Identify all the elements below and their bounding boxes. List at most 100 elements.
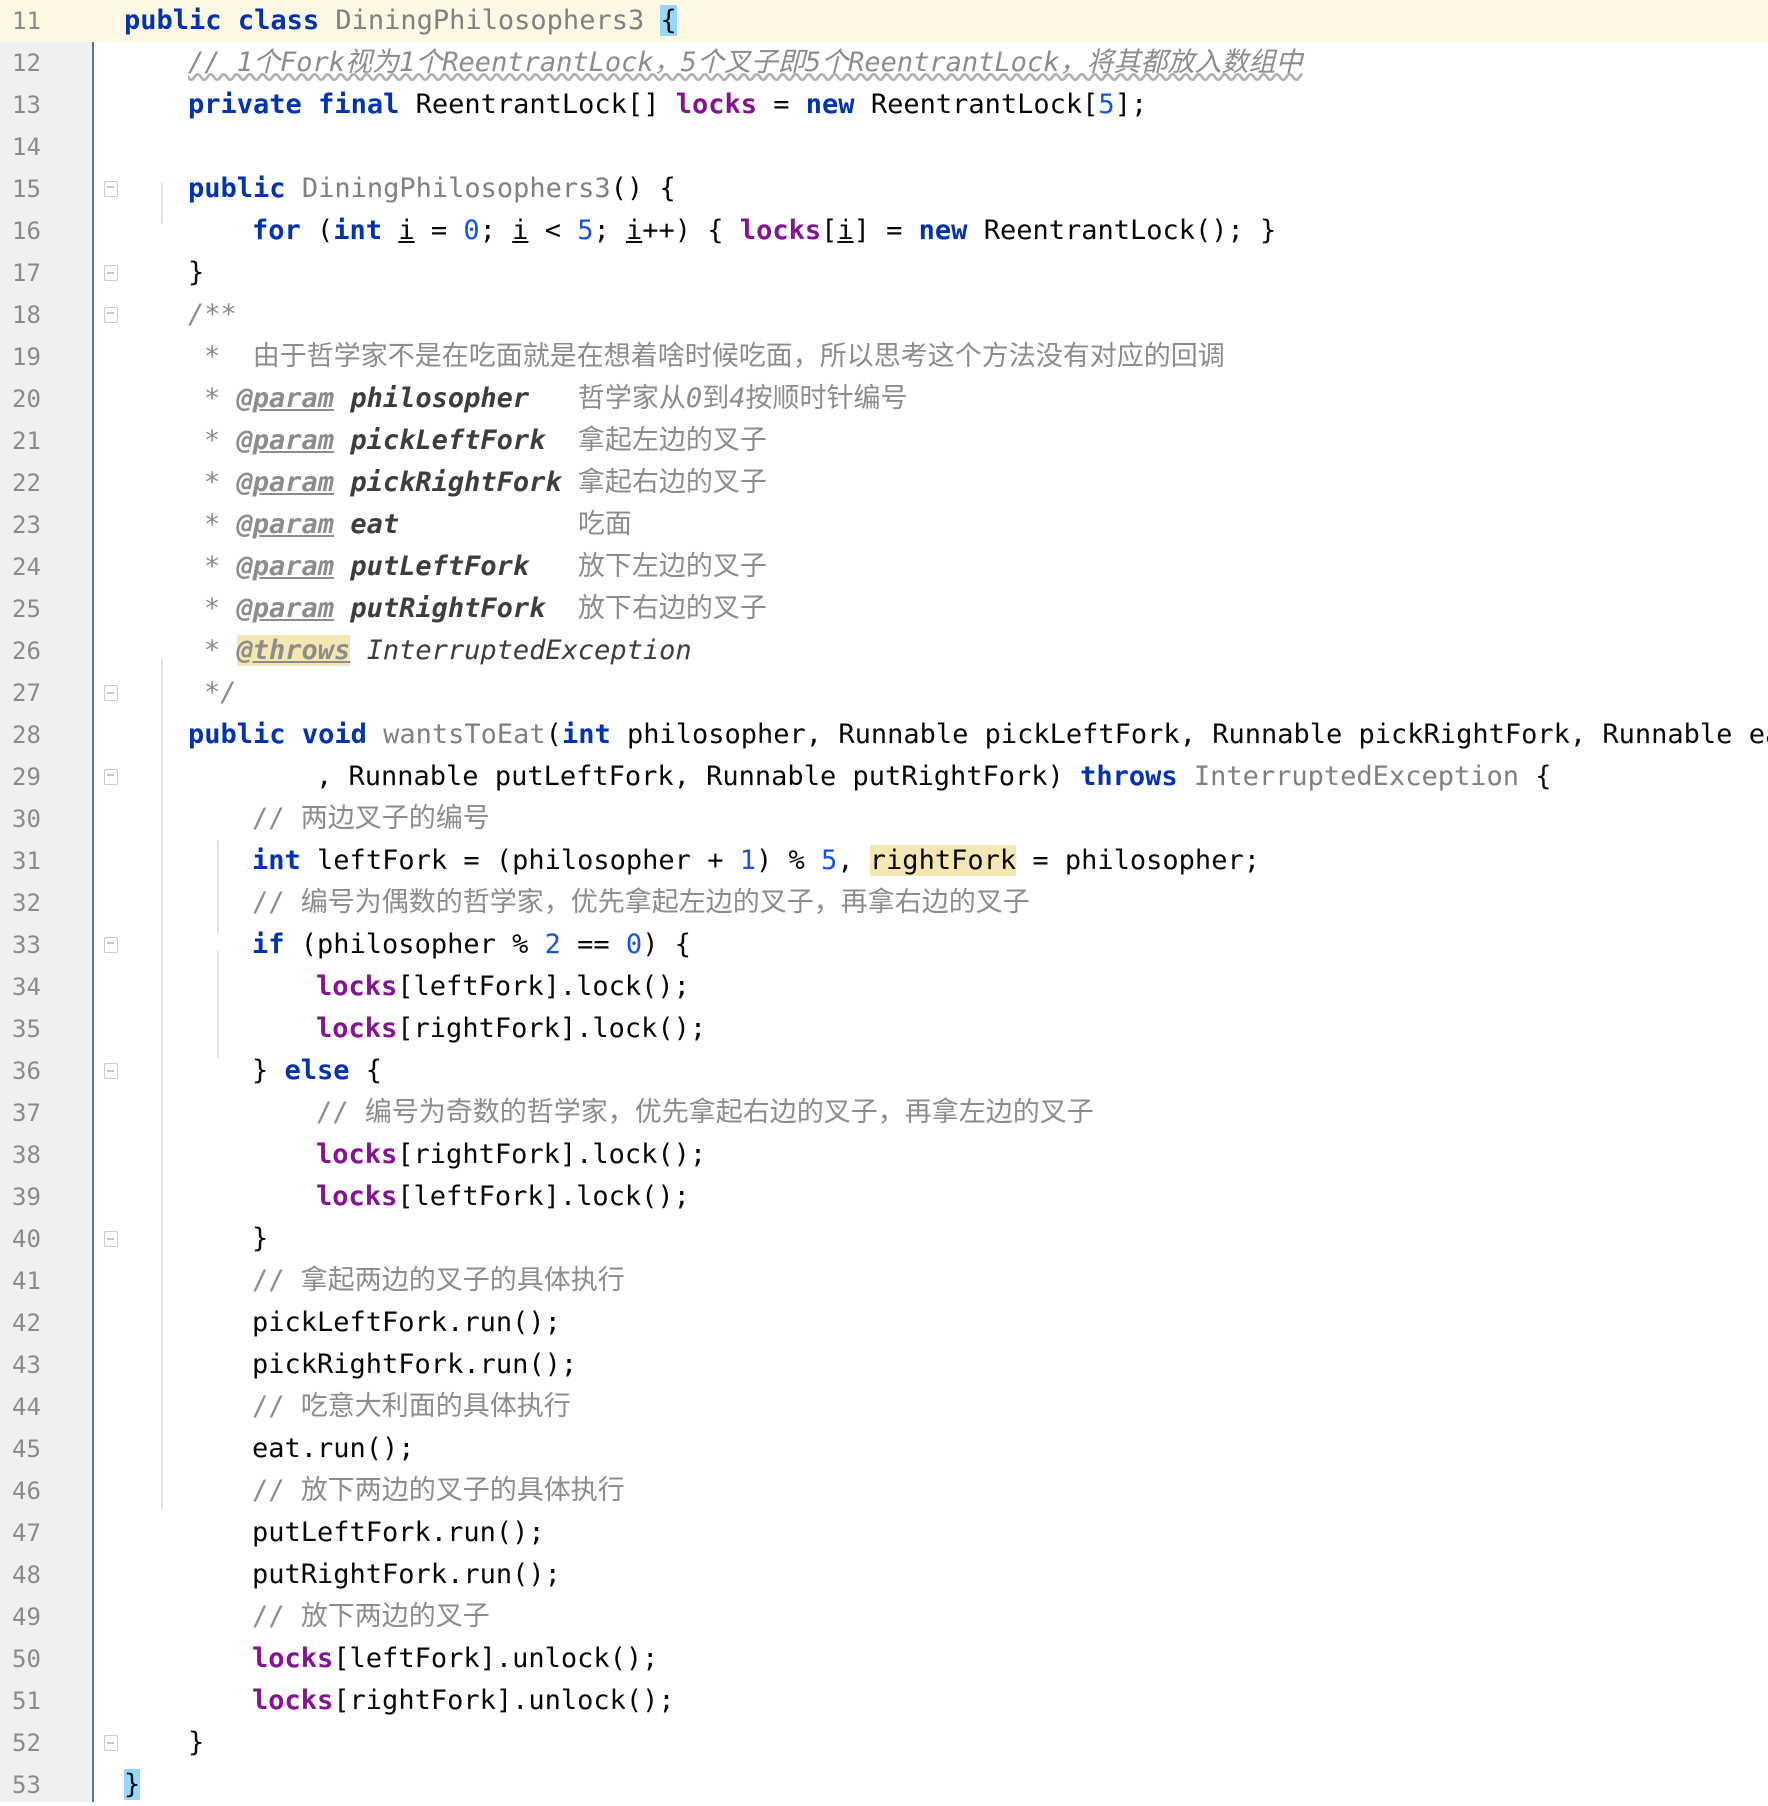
code-line[interactable]: 29 , Runnable putLeftFork, Runnable putR…	[0, 756, 1768, 798]
fold-marker-icon[interactable]	[104, 769, 118, 785]
code-line[interactable]: 19 * 由于哲学家不是在吃面就是在想着啥时候吃面，所以思考这个方法没有对应的回…	[0, 336, 1768, 378]
code-line[interactable]: 42 pickLeftFork.run();	[0, 1302, 1768, 1344]
code-line[interactable]: 26 * @throws InterruptedException	[0, 630, 1768, 672]
code-line[interactable]: 23 * @param eat 吃面	[0, 504, 1768, 546]
code-line[interactable]: 14	[0, 126, 1768, 168]
code-line[interactable]: 18 /**	[0, 294, 1768, 336]
code-line[interactable]: 25 * @param putRightFork 放下右边的叉子	[0, 588, 1768, 630]
doc-comment[interactable]: * @param philosopher 哲学家从0到4按顺时针编号	[204, 378, 907, 420]
line-text[interactable]: private final ReentrantLock[] locks = ne…	[188, 84, 1147, 126]
line-text[interactable]: locks[leftFork].lock();	[316, 1176, 690, 1218]
code-line[interactable]: 38 locks[rightFork].lock();	[0, 1134, 1768, 1176]
code-line[interactable]: 52 }	[0, 1722, 1768, 1764]
code-line[interactable]: 36 } else {	[0, 1050, 1768, 1092]
code-line[interactable]: 43 pickRightFork.run();	[0, 1344, 1768, 1386]
fold-end-icon[interactable]	[104, 1231, 118, 1247]
line-text[interactable]: locks[rightFork].unlock();	[252, 1680, 675, 1722]
code-line[interactable]: 50 locks[leftFork].unlock();	[0, 1638, 1768, 1680]
code-line[interactable]: 28 public void wantsToEat(int philosophe…	[0, 714, 1768, 756]
comment[interactable]: // 吃意大利面的具体执行	[252, 1386, 571, 1428]
code-line[interactable]: 32 // 编号为偶数的哲学家，优先拿起左边的叉子，再拿右边的叉子	[0, 882, 1768, 924]
comment[interactable]: // 拿起两边的叉子的具体执行	[252, 1260, 625, 1302]
line-text[interactable]: public class DiningPhilosophers3 {	[124, 0, 677, 42]
code-line[interactable]: 44 // 吃意大利面的具体执行	[0, 1386, 1768, 1428]
line-text[interactable]: int leftFork = (philosopher + 1) % 5, ri…	[252, 840, 1260, 882]
code-line[interactable]: 24 * @param putLeftFork 放下左边的叉子	[0, 546, 1768, 588]
line-text[interactable]: public DiningPhilosophers3() {	[188, 168, 676, 210]
fold-end-icon[interactable]	[104, 685, 118, 701]
line-text[interactable]: }	[188, 1722, 204, 1764]
code-line[interactable]: 17 }	[0, 252, 1768, 294]
code-line[interactable]: 48 putRightFork.run();	[0, 1554, 1768, 1596]
field-locks: locks	[675, 89, 757, 120]
code-line[interactable]: 34 locks[leftFork].lock();	[0, 966, 1768, 1008]
code-line[interactable]: 40 }	[0, 1218, 1768, 1260]
code-line[interactable]: 15 public DiningPhilosophers3() {	[0, 168, 1768, 210]
param-name: putRightFork	[350, 593, 546, 624]
line-number: 26	[12, 637, 41, 665]
fold-marker-icon[interactable]	[104, 181, 118, 197]
doc-comment[interactable]: /**	[188, 294, 237, 336]
fold-end-icon[interactable]	[104, 1063, 118, 1079]
line-text[interactable]: putLeftFork.run();	[252, 1512, 545, 1554]
code-line[interactable]: 41 // 拿起两边的叉子的具体执行	[0, 1260, 1768, 1302]
code-line[interactable]: 31 int leftFork = (philosopher + 1) % 5,…	[0, 840, 1768, 882]
code-line[interactable]: 20 * @param philosopher 哲学家从0到4按顺时针编号	[0, 378, 1768, 420]
line-text[interactable]: }	[124, 1764, 141, 1806]
doc-comment[interactable]: * @param pickLeftFork 拿起左边的叉子	[204, 420, 767, 462]
code-line[interactable]: 53 }	[0, 1764, 1768, 1806]
code-line[interactable]: 11 public class DiningPhilosophers3 {	[0, 0, 1768, 42]
comment[interactable]: // 1个Fork视为1个ReentrantLock，5个叉子即5个Reentr…	[188, 42, 1302, 84]
doc-comment[interactable]: * 由于哲学家不是在吃面就是在想着啥时候吃面，所以思考这个方法没有对应的回调	[204, 336, 1225, 378]
line-text[interactable]: if (philosopher % 2 == 0) {	[252, 924, 691, 966]
line-text[interactable]: pickRightFork.run();	[252, 1344, 577, 1386]
line-text[interactable]: }	[188, 252, 204, 294]
line-text[interactable]: pickLeftFork.run();	[252, 1302, 561, 1344]
line-text[interactable]: for (int i = 0; i < 5; i++) { locks[i] =…	[252, 210, 1276, 252]
code-line[interactable]: 13 private final ReentrantLock[] locks =…	[0, 84, 1768, 126]
fold-end-icon[interactable]	[104, 265, 118, 281]
fold-marker-icon[interactable]	[104, 307, 118, 323]
doc-comment[interactable]: * @param putLeftFork 放下左边的叉子	[204, 546, 767, 588]
variable: rightFork	[349, 1685, 496, 1716]
doc-comment[interactable]: * @param pickRightFork 拿起右边的叉子	[204, 462, 767, 504]
comment[interactable]: // 放下两边的叉子的具体执行	[252, 1470, 625, 1512]
code-line[interactable]: 27 */	[0, 672, 1768, 714]
doc-comment[interactable]: */	[204, 672, 237, 714]
comment[interactable]: // 两边叉子的编号	[252, 798, 490, 840]
code-line[interactable]: 45 eat.run();	[0, 1428, 1768, 1470]
line-text[interactable]: locks[leftFork].lock();	[316, 966, 690, 1008]
fold-marker-icon[interactable]	[104, 937, 118, 953]
code-editor[interactable]: 11 public class DiningPhilosophers3 { 12…	[0, 0, 1768, 1802]
code-line[interactable]: 21 * @param pickLeftFork 拿起左边的叉子	[0, 420, 1768, 462]
code-line[interactable]: 22 * @param pickRightFork 拿起右边的叉子	[0, 462, 1768, 504]
comment[interactable]: // 放下两边的叉子	[252, 1596, 490, 1638]
line-text[interactable]: locks[rightFork].lock();	[316, 1134, 706, 1176]
comment[interactable]: // 编号为偶数的哲学家，优先拿起左边的叉子，再拿右边的叉子	[252, 882, 1030, 924]
code-line[interactable]: 51 locks[rightFork].unlock();	[0, 1680, 1768, 1722]
code-line[interactable]: 46 // 放下两边的叉子的具体执行	[0, 1470, 1768, 1512]
comment[interactable]: // 编号为奇数的哲学家，优先拿起右边的叉子，再拿左边的叉子	[316, 1092, 1094, 1134]
line-text[interactable]: locks[rightFork].lock();	[316, 1008, 706, 1050]
code-line[interactable]: 33 if (philosopher % 2 == 0) {	[0, 924, 1768, 966]
code-line[interactable]: 35 locks[rightFork].lock();	[0, 1008, 1768, 1050]
doc-comment[interactable]: * @param putRightFork 放下右边的叉子	[204, 588, 767, 630]
doc-comment[interactable]: * @throws InterruptedException	[204, 630, 692, 672]
line-number: 15	[12, 175, 41, 203]
code-line[interactable]: 49 // 放下两边的叉子	[0, 1596, 1768, 1638]
code-line[interactable]: 12 // 1个Fork视为1个ReentrantLock，5个叉子即5个Ree…	[0, 42, 1768, 84]
code-line[interactable]: 16 for (int i = 0; i < 5; i++) { locks[i…	[0, 210, 1768, 252]
code-line[interactable]: 37 // 编号为奇数的哲学家，优先拿起右边的叉子，再拿左边的叉子	[0, 1092, 1768, 1134]
code-line[interactable]: 30 // 两边叉子的编号	[0, 798, 1768, 840]
line-text[interactable]: , Runnable putLeftFork, Runnable putRigh…	[316, 756, 1552, 798]
line-text[interactable]: public void wantsToEat(int philosopher, …	[188, 714, 1768, 756]
fold-end-icon[interactable]	[104, 1735, 118, 1751]
line-text[interactable]: }	[252, 1218, 268, 1260]
code-line[interactable]: 47 putLeftFork.run();	[0, 1512, 1768, 1554]
doc-comment[interactable]: * @param eat 吃面	[204, 504, 632, 546]
line-text[interactable]: eat.run();	[252, 1428, 415, 1470]
line-text[interactable]: locks[leftFork].unlock();	[252, 1638, 658, 1680]
line-text[interactable]: putRightFork.run();	[252, 1554, 561, 1596]
code-line[interactable]: 39 locks[leftFork].lock();	[0, 1176, 1768, 1218]
line-text[interactable]: } else {	[252, 1050, 382, 1092]
